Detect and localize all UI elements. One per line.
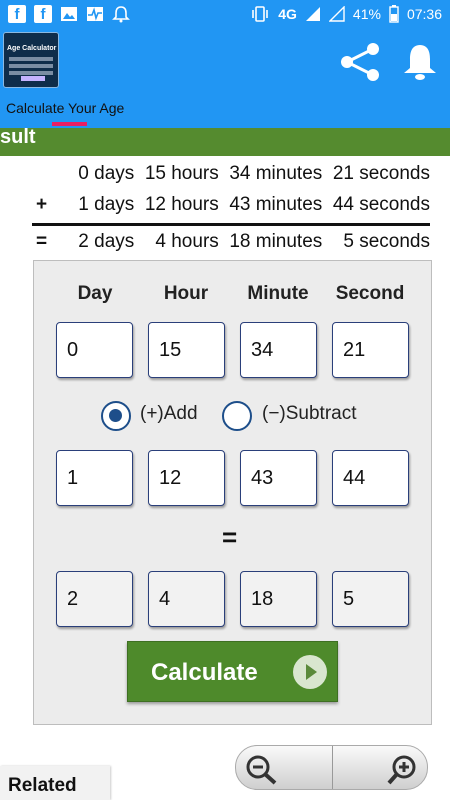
equals-label: = — [222, 522, 238, 552]
subtract-radio-label[interactable]: (−)Subtract — [262, 403, 357, 425]
result-header: sult — [0, 128, 450, 156]
header-second: Second — [335, 283, 405, 304]
calculate-button[interactable]: Calculate — [127, 641, 338, 702]
hour-result: 4 — [148, 571, 225, 627]
facebook-icon: f — [34, 5, 52, 23]
header-minute: Minute — [247, 283, 309, 304]
logo-text: Age Calculator — [7, 45, 57, 52]
network-type: 4G — [278, 6, 297, 22]
battery-icon — [389, 5, 399, 23]
result-header-label: sult — [0, 128, 36, 148]
add-radio[interactable] — [101, 401, 131, 431]
app-logo: Age Calculator — [3, 32, 59, 88]
minute-input-2[interactable]: 43 — [240, 450, 317, 506]
alarm-bell-icon — [112, 6, 130, 23]
share-icon[interactable] — [338, 42, 384, 82]
summary-line-2: 1 days 12 hours 43 minutes 44 seconds — [78, 194, 430, 215]
day-input-1[interactable]: 0 — [56, 322, 133, 378]
gallery-icon — [61, 7, 77, 21]
hour-input-2[interactable]: 12 — [148, 450, 225, 506]
battery-percent: 41% — [352, 6, 381, 22]
minute-input-1[interactable]: 34 — [240, 322, 317, 378]
clock: 07:36 — [406, 6, 442, 22]
summary-divider — [32, 223, 430, 226]
zoom-divider — [332, 746, 333, 789]
summary-line-3: 2 days 4 hours 18 minutes 5 seconds — [78, 231, 430, 252]
header-hour: Hour — [163, 283, 209, 304]
second-input-1[interactable]: 21 — [332, 322, 409, 378]
pulse-icon — [87, 7, 103, 21]
zoom-out-icon[interactable] — [244, 753, 278, 785]
day-input-2[interactable]: 1 — [56, 450, 133, 506]
bell-icon[interactable] — [400, 42, 440, 82]
calculate-button-label: Calculate — [151, 659, 258, 686]
status-bar: f f 4G 41% 07:36 — [0, 0, 450, 30]
summary-line-1: 0 days 15 hours 34 minutes 21 seconds — [78, 163, 430, 184]
day-result: 2 — [56, 571, 133, 627]
second-input-2[interactable]: 44 — [332, 450, 409, 506]
zoom-in-icon[interactable] — [386, 753, 420, 785]
subtract-radio[interactable] — [222, 401, 252, 431]
vibrate-icon — [252, 6, 269, 22]
related-label: Related — [8, 775, 77, 796]
signal-icon — [305, 7, 320, 21]
tab-indicator — [52, 122, 87, 126]
header-day: Day — [77, 283, 113, 304]
minute-result: 18 — [240, 571, 317, 627]
zoom-controls — [235, 745, 428, 790]
second-result: 5 — [332, 571, 409, 627]
logo-decoration — [9, 71, 53, 75]
hour-input-1[interactable]: 15 — [148, 322, 225, 378]
related-tab[interactable]: Related — [0, 766, 110, 800]
app-subtitle: Calculate Your Age — [6, 100, 125, 116]
no-signal-icon — [328, 6, 345, 22]
play-arrow-icon — [293, 655, 327, 689]
app-bar: Age Calculator Calculate Your Age — [0, 30, 450, 128]
facebook-icon: f — [8, 5, 26, 23]
add-radio-label[interactable]: (+)Add — [140, 403, 198, 425]
logo-decoration — [9, 64, 53, 68]
logo-decoration — [21, 76, 45, 81]
logo-decoration — [9, 57, 53, 61]
